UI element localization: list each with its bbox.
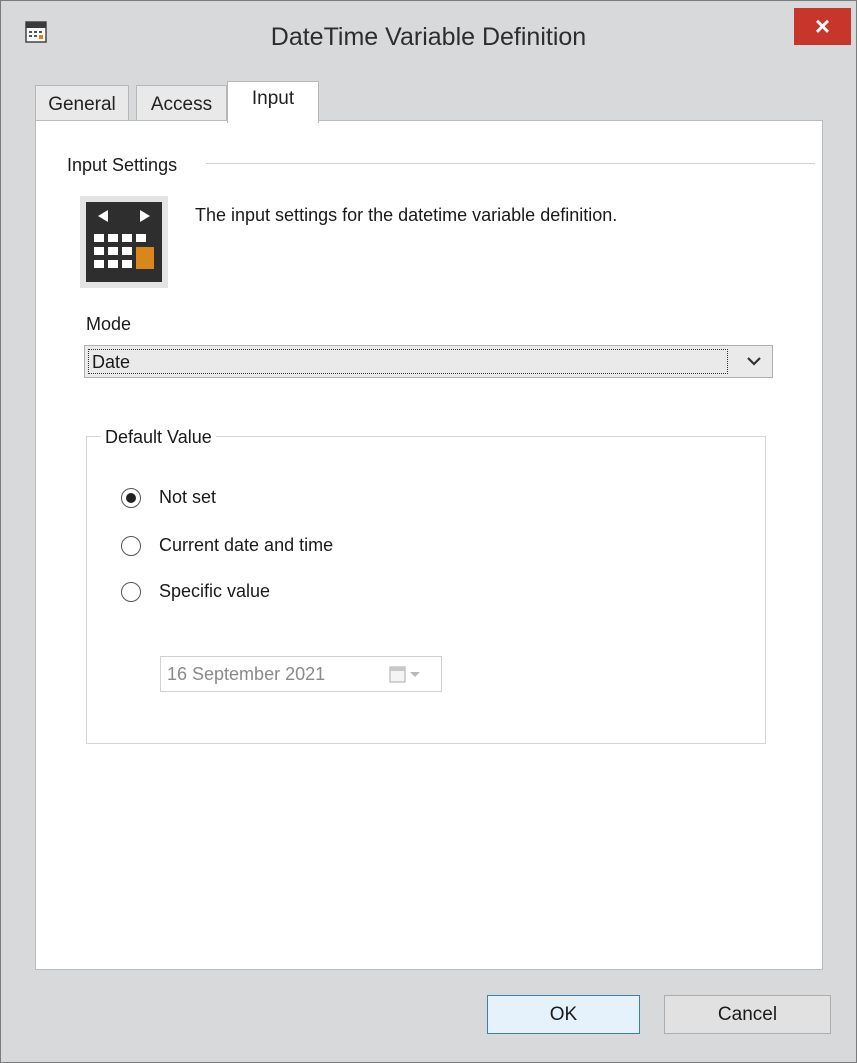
date-picker-value: 16 September 2021 <box>167 664 326 684</box>
calendar-dropdown-icon[interactable] <box>388 665 430 685</box>
tab-access[interactable]: Access <box>136 85 227 123</box>
ok-button[interactable]: OK <box>487 995 640 1034</box>
input-tab-panel: Input Settings The input settings for th… <box>35 120 823 970</box>
default-value-legend: Default Value <box>101 427 216 448</box>
focus-rectangle <box>88 349 728 374</box>
radio-label: Current date and time <box>159 535 334 555</box>
tab-input[interactable]: Input <box>227 81 319 123</box>
mode-label: Mode <box>86 314 132 334</box>
input-settings-heading: Input Settings <box>67 155 188 176</box>
tab-general[interactable]: General <box>35 85 129 123</box>
close-button[interactable]: × <box>794 8 851 45</box>
input-settings-description: The input settings for the datetime vari… <box>195 205 618 225</box>
mode-dropdown[interactable]: Date <box>84 345 773 378</box>
dialog-window: DateTime Variable Definition × General A… <box>0 0 857 1063</box>
radio-selected-dot <box>126 493 136 503</box>
section-divider <box>206 163 815 164</box>
title-bar[interactable]: DateTime Variable Definition × <box>1 1 856 75</box>
cancel-button[interactable]: Cancel <box>664 995 831 1034</box>
radio-button[interactable] <box>121 582 141 602</box>
window-title: DateTime Variable Definition <box>270 23 587 51</box>
specific-date-picker[interactable]: 16 September 2021 <box>160 656 442 692</box>
radio-button[interactable] <box>121 488 141 508</box>
radio-label: Specific value <box>159 581 271 601</box>
chevron-down-icon[interactable] <box>746 349 762 373</box>
radio-label: Not set <box>159 487 217 507</box>
radio-button[interactable] <box>121 536 141 556</box>
mode-selected-value: Date <box>92 352 131 372</box>
calendar-icon <box>80 196 168 288</box>
